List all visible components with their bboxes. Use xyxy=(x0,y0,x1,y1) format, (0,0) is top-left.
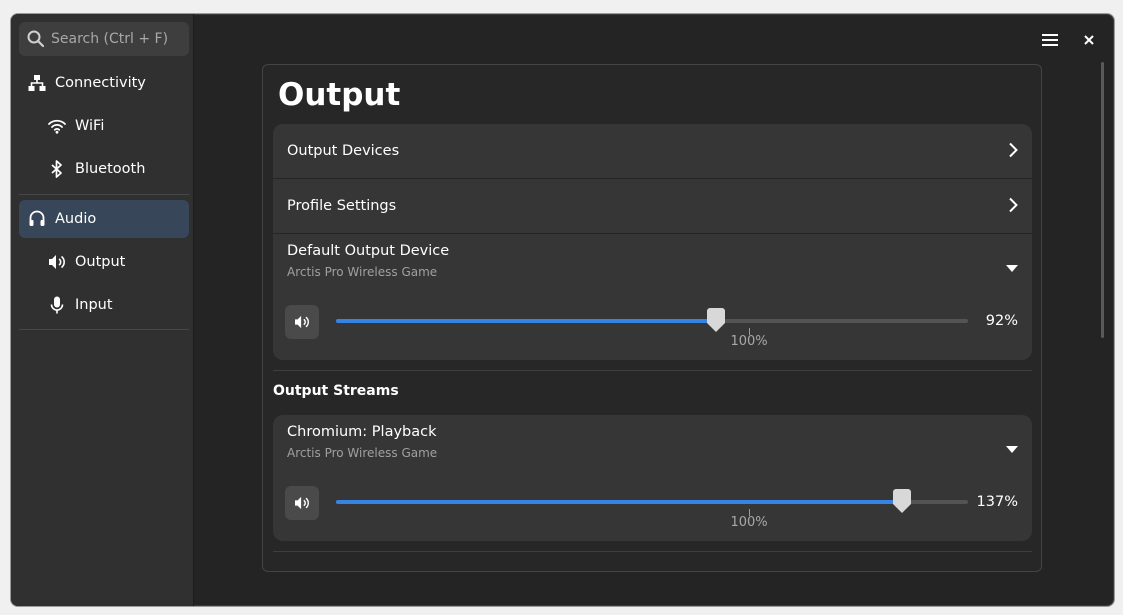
sidebar-item-audio[interactable]: Audio xyxy=(19,200,189,238)
sidebar-item-bluetooth[interactable]: Bluetooth xyxy=(19,150,189,188)
speaker-icon xyxy=(48,253,66,271)
profile-settings-row[interactable]: Profile Settings xyxy=(273,179,1032,233)
speaker-icon xyxy=(294,315,310,329)
chevron-right-icon xyxy=(1008,142,1018,162)
microphone-icon xyxy=(48,296,66,314)
volume-fill xyxy=(336,500,902,504)
sidebar-item-output[interactable]: Output xyxy=(19,243,189,281)
row-label: Output Devices xyxy=(287,143,400,159)
sidebar-item-label: Input xyxy=(75,297,113,313)
volume-percent: 92% xyxy=(985,313,1018,329)
mute-button[interactable] xyxy=(285,486,319,520)
network-icon xyxy=(28,74,46,92)
sidebar-item-wifi[interactable]: WiFi xyxy=(19,107,189,145)
sidebar: Search (Ctrl + F) Connectivity WiFi Blue… xyxy=(11,14,194,606)
sidebar-item-label: Bluetooth xyxy=(75,161,146,177)
scrollbar[interactable] xyxy=(1101,62,1104,338)
speaker-icon xyxy=(294,496,310,510)
sidebar-item-label: Connectivity xyxy=(55,75,146,91)
sidebar-item-label: WiFi xyxy=(75,118,105,134)
dropdown-arrow-icon[interactable] xyxy=(1006,257,1018,276)
settings-window: Search (Ctrl + F) Connectivity WiFi Blue… xyxy=(10,13,1115,607)
search-field[interactable]: Search (Ctrl + F) xyxy=(19,22,189,56)
section-divider xyxy=(273,551,1032,552)
output-card: Output Devices Profile Settings Default … xyxy=(273,124,1032,360)
dropdown-arrow-icon[interactable] xyxy=(1006,438,1018,457)
default-device-name: Arctis Pro Wireless Game xyxy=(287,265,438,279)
search-input[interactable]: Search (Ctrl + F) xyxy=(51,31,168,47)
row-divider xyxy=(273,233,1032,234)
output-devices-row[interactable]: Output Devices xyxy=(273,124,1032,178)
sidebar-divider xyxy=(19,329,189,330)
bluetooth-icon xyxy=(48,160,66,178)
page-title: Output xyxy=(278,77,401,113)
close-button[interactable] xyxy=(1077,28,1101,52)
close-icon xyxy=(1084,35,1094,45)
menu-button[interactable] xyxy=(1038,28,1062,52)
headset-icon xyxy=(28,210,46,228)
stream-card: Chromium: Playback Arctis Pro Wireless G… xyxy=(273,415,1032,541)
default-device-title: Default Output Device xyxy=(287,243,450,259)
tick-label: 100% xyxy=(730,515,768,530)
sidebar-item-connectivity[interactable]: Connectivity xyxy=(19,64,189,102)
volume-percent: 137% xyxy=(976,494,1018,510)
sidebar-item-input[interactable]: Input xyxy=(19,286,189,324)
volume-slider[interactable]: 100% xyxy=(336,308,968,349)
output-streams-title: Output Streams xyxy=(273,383,399,399)
content-area: Output Output Devices Profile Settings D… xyxy=(194,14,1114,606)
chevron-right-icon xyxy=(1008,197,1018,217)
section-divider xyxy=(273,370,1032,371)
tick-label: 100% xyxy=(730,334,768,349)
sidebar-item-label: Output xyxy=(75,254,126,270)
wifi-icon xyxy=(48,117,66,135)
stream-title: Chromium: Playback xyxy=(287,424,437,440)
volume-fill xyxy=(336,319,717,323)
row-label: Profile Settings xyxy=(287,198,397,214)
sidebar-divider xyxy=(19,194,189,195)
volume-slider[interactable]: 100% xyxy=(336,489,968,530)
output-panel: Output Output Devices Profile Settings D… xyxy=(262,64,1042,572)
stream-device-name: Arctis Pro Wireless Game xyxy=(287,446,438,460)
hamburger-icon xyxy=(1042,33,1058,47)
search-icon xyxy=(27,30,45,48)
mute-button[interactable] xyxy=(285,305,319,339)
sidebar-item-label: Audio xyxy=(55,211,97,227)
slider-knob[interactable] xyxy=(705,308,727,334)
slider-knob[interactable] xyxy=(891,489,913,515)
